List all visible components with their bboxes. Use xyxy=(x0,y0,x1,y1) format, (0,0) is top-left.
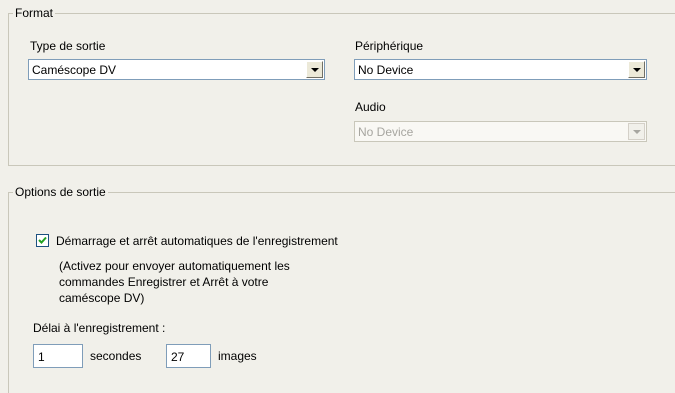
output-type-label: Type de sortie xyxy=(30,39,106,53)
device-dropdown-arrow-icon[interactable] xyxy=(628,61,645,78)
delay-frames-input[interactable]: 27 xyxy=(166,344,211,368)
output-type-select[interactable]: Caméscope DV xyxy=(28,59,325,80)
audio-value: No Device xyxy=(358,125,414,139)
seconds-label: secondes xyxy=(90,349,142,363)
device-label: Périphérique xyxy=(355,39,424,53)
delay-seconds-input[interactable]: 1 xyxy=(33,344,83,368)
audio-select: No Device xyxy=(354,121,647,142)
output-options-group-title: Options de sortie xyxy=(13,185,108,199)
auto-record-label[interactable]: Démarrage et arrêt automatiques de l'enr… xyxy=(56,234,338,248)
device-value: No Device xyxy=(358,63,414,77)
device-select[interactable]: No Device xyxy=(354,59,647,80)
auto-record-help-line-3: caméscope DV) xyxy=(59,291,145,305)
auto-record-help-line-2: commandes Enregistrer et Arrêt à votre xyxy=(59,275,269,289)
delay-frames-value: 27 xyxy=(171,350,185,364)
audio-label: Audio xyxy=(355,100,386,114)
auto-record-checkbox[interactable] xyxy=(36,234,49,247)
auto-record-help-line-1: (Activez pour envoyer automatiquement le… xyxy=(59,259,290,273)
format-group-title: Format xyxy=(13,6,56,20)
checkmark-icon xyxy=(38,236,47,244)
record-delay-label: Délai à l'enregistrement : xyxy=(33,321,166,335)
format-groupbox xyxy=(8,13,675,166)
frames-label: images xyxy=(218,349,257,363)
output-type-dropdown-arrow-icon[interactable] xyxy=(306,61,323,78)
audio-dropdown-arrow-icon xyxy=(628,123,645,140)
delay-seconds-value: 1 xyxy=(38,350,45,364)
output-type-value: Caméscope DV xyxy=(32,63,117,77)
